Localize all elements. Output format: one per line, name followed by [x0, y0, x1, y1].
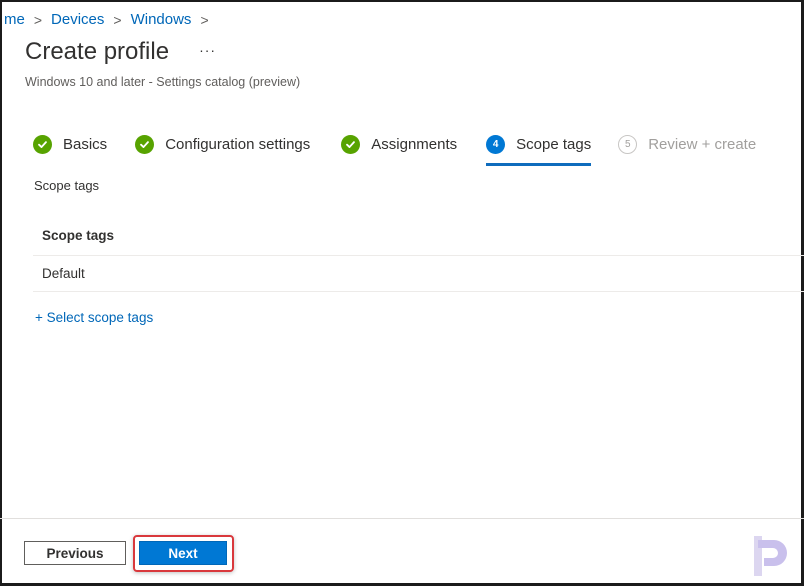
tab-scope-tags[interactable]: 4 Scope tags — [486, 131, 592, 166]
tab-assignments[interactable]: Assignments — [341, 131, 457, 157]
chevron-right-icon: > — [33, 11, 43, 28]
wizard-steps: Basics Configuration settings Assignment… — [33, 131, 756, 166]
breadcrumb: me > Devices > Windows > — [4, 11, 218, 28]
next-button[interactable]: Next — [139, 541, 227, 565]
page-header: Create profile ··· — [25, 38, 216, 66]
step-number-icon: 5 — [618, 134, 638, 154]
watermark-logo-icon — [754, 536, 787, 576]
checkmark-circle-icon — [135, 134, 155, 154]
table-row: Default — [33, 256, 804, 292]
previous-button[interactable]: Previous — [24, 541, 126, 565]
tab-review-create[interactable]: 5 Review + create — [618, 131, 756, 157]
active-tab-indicator — [486, 163, 592, 166]
breadcrumb-devices[interactable]: Devices — [51, 11, 104, 28]
step-number-icon: 4 — [486, 134, 506, 154]
more-options-icon[interactable]: ··· — [199, 42, 216, 58]
chevron-right-icon: > — [113, 11, 122, 28]
table-header: Scope tags — [33, 219, 804, 256]
footer-divider — [0, 518, 804, 519]
tab-configuration-settings[interactable]: Configuration settings — [135, 131, 310, 157]
select-scope-tags-link[interactable]: + Select scope tags — [35, 310, 153, 325]
scope-tags-table: Scope tags Default — [33, 219, 804, 292]
breadcrumb-home[interactable]: me — [4, 11, 25, 28]
section-label: Scope tags — [34, 178, 100, 193]
checkmark-circle-icon — [341, 134, 361, 154]
tab-basics[interactable]: Basics — [33, 131, 107, 157]
page-title: Create profile — [25, 38, 170, 65]
checkmark-circle-icon — [33, 134, 52, 154]
page-subtitle: Windows 10 and later - Settings catalog … — [25, 75, 301, 89]
tab-label: Assignments — [371, 135, 458, 153]
tab-label: Configuration settings — [165, 135, 311, 153]
chevron-right-icon: > — [200, 11, 209, 28]
tab-label: Scope tags — [516, 135, 592, 153]
tab-label: Basics — [63, 135, 108, 153]
breadcrumb-windows[interactable]: Windows — [131, 11, 192, 28]
tab-label: Review + create — [648, 135, 757, 153]
